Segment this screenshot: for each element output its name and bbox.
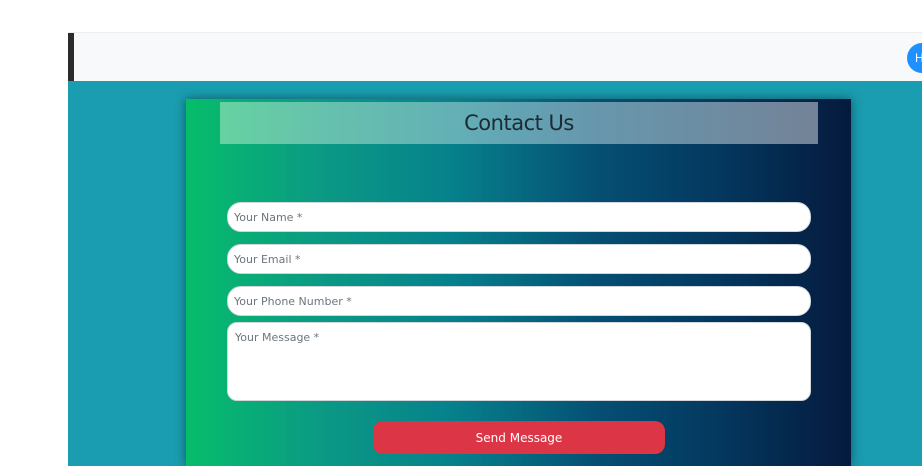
left-blank-area [0, 0, 68, 466]
message-textarea[interactable] [227, 322, 811, 401]
navbar-left-edge [68, 33, 74, 82]
navbar: H [68, 32, 922, 82]
name-input[interactable] [227, 202, 811, 232]
contact-card: Contact Us Send Message [186, 99, 851, 466]
phone-input[interactable] [227, 286, 811, 316]
email-input[interactable] [227, 244, 811, 274]
send-message-button[interactable]: Send Message [373, 421, 665, 454]
contact-title: Contact Us [464, 111, 574, 135]
main-content: Contact Us Send Message [68, 81, 922, 466]
user-avatar-button[interactable]: H [907, 43, 922, 73]
top-blank-area [0, 0, 922, 32]
contact-title-bar: Contact Us [220, 102, 818, 144]
